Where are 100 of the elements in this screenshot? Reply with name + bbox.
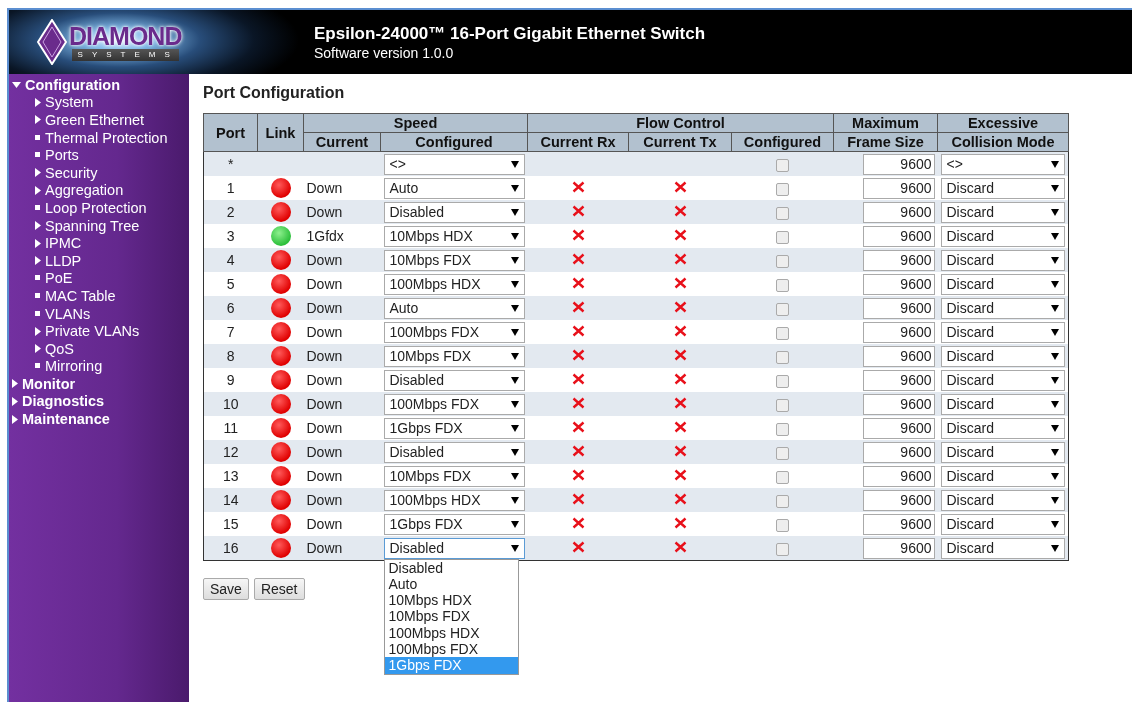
speed-select[interactable]: Disabled [383,441,525,463]
flow-control-checkbox[interactable] [776,398,789,412]
caret-icon [510,256,519,264]
frame-size-field[interactable]: 9600 [862,441,935,463]
speed-select[interactable]: 100Mbps FDX [383,321,525,343]
nav-link[interactable]: Diagnostics [22,393,105,410]
frame-size-field[interactable]: 9600 [862,417,935,439]
collision-mode-select[interactable]: Discard [940,297,1065,319]
speed-select[interactable]: <> [383,153,525,175]
frame-size-field[interactable]: 9600 [862,249,935,271]
collision-mode-select[interactable]: Discard [940,441,1065,463]
collision-mode-select[interactable]: Discard [940,177,1065,199]
nav-link[interactable]: Maintenance [22,411,110,428]
nav-link[interactable]: Aggregation [45,182,124,199]
flow-control-checkbox[interactable] [776,254,789,268]
nav-link[interactable]: Spanning Tree [45,217,140,234]
nav-link[interactable]: Loop Protection [45,199,147,216]
nav-link[interactable]: Private VLANs [45,323,140,340]
speed-select[interactable]: Disabled [383,201,525,223]
frame-size-field[interactable]: 9600 [862,153,935,175]
flow-control-checkbox[interactable] [776,446,789,460]
collision-mode-select[interactable]: Discard [940,489,1065,511]
collision-mode-select[interactable]: Discard [940,513,1065,535]
frame-size-field[interactable]: 9600 [862,225,935,247]
flow-control-checkbox[interactable] [776,470,789,484]
speed-select[interactable]: 10Mbps HDX [383,225,525,247]
nav-link[interactable]: QoS [45,340,74,357]
frame-size-field[interactable]: 9600 [862,273,935,295]
nav-link[interactable]: Security [45,164,98,181]
speed-select[interactable]: 1Gbps FDX [383,417,525,439]
frame-size-field[interactable]: 9600 [862,393,935,415]
speed-select[interactable]: 10Mbps FDX [383,249,525,271]
dropdown-option[interactable]: 10Mbps FDX [384,608,518,625]
flow-control-checkbox[interactable] [776,326,789,340]
speed-select[interactable]: Auto [383,177,525,199]
nav-link[interactable]: Ports [45,147,79,164]
nav-link[interactable]: VLANs [45,305,91,322]
flow-control-checkbox[interactable] [776,350,789,364]
flow-control-checkbox[interactable] [776,494,789,508]
nav-link[interactable]: IPMC [45,235,82,252]
frame-size-field[interactable]: 9600 [862,465,935,487]
flow-control-checkbox[interactable] [776,206,789,220]
action-button[interactable]: Reset [253,578,305,600]
flow-control-checkbox[interactable] [776,230,789,244]
nav-link[interactable]: Configuration [25,76,121,93]
dropdown-option[interactable]: Disabled [384,559,518,576]
collision-mode-select[interactable]: Discard [940,201,1065,223]
speed-select[interactable]: 10Mbps FDX [383,465,525,487]
dropdown-option[interactable]: Auto [384,575,518,593]
collision-mode-select[interactable]: <> [940,153,1065,175]
frame-size-field[interactable]: 9600 [862,177,935,199]
caret-icon [510,424,519,432]
flow-control-checkbox[interactable] [776,422,789,436]
frame-size-field[interactable]: 9600 [862,201,935,223]
dropdown-option[interactable]: 10Mbps HDX [384,592,518,609]
nav-link[interactable]: Monitor [22,375,76,392]
nav-link[interactable]: LLDP [45,252,82,269]
flow-control-checkbox[interactable] [776,158,789,172]
frame-size-field[interactable]: 9600 [862,297,935,319]
collision-mode-select[interactable]: Discard [940,465,1065,487]
speed-select[interactable]: Disabled [383,369,525,391]
frame-size-field[interactable]: 9600 [862,537,935,559]
collision-mode-select[interactable]: Discard [940,249,1065,271]
collision-mode-select[interactable]: Discard [940,417,1065,439]
speed-select[interactable]: Auto [383,297,525,319]
collision-mode-select[interactable]: Discard [940,225,1065,247]
collision-mode-select[interactable]: Discard [940,345,1065,367]
speed-select[interactable]: 100Mbps HDX [383,489,525,511]
nav-link[interactable]: System [45,94,94,111]
flow-control-checkbox[interactable] [776,518,789,532]
nav-link[interactable]: Green Ethernet [45,112,145,128]
frame-size-field[interactable]: 9600 [862,369,935,391]
frame-size-field[interactable]: 9600 [862,513,935,535]
nav-link[interactable]: Mirroring [45,358,103,375]
dropdown-option[interactable]: 100Mbps FDX [384,641,518,658]
collision-mode-select[interactable]: Discard [940,537,1065,559]
nav-link[interactable]: Thermal Protection [45,129,168,146]
action-button[interactable]: Save [203,578,249,600]
collision-mode-select[interactable]: Discard [940,393,1065,415]
caret-icon [1051,544,1059,552]
flow-control-checkbox[interactable] [776,182,789,196]
dropdown-option[interactable]: 100Mbps HDX [384,624,518,641]
collision-mode-select[interactable]: Discard [940,369,1065,391]
flow-control-checkbox[interactable] [776,302,789,316]
collision-mode-select[interactable]: Discard [940,321,1065,343]
speed-select[interactable]: 10Mbps FDX [383,345,525,367]
flow-control-checkbox[interactable] [776,542,789,556]
frame-size-field[interactable]: 9600 [862,489,935,511]
frame-size-field[interactable]: 9600 [862,321,935,343]
nav-link[interactable]: PoE [45,270,73,287]
collision-mode-select[interactable]: Discard [940,273,1065,295]
speed-select[interactable]: 1Gbps FDX [383,513,525,535]
speed-select[interactable]: 100Mbps HDX [383,273,525,295]
flow-control-checkbox[interactable] [776,278,789,292]
speed-select[interactable]: 100Mbps FDX [383,393,525,415]
nav-link[interactable]: MAC Table [45,287,116,304]
speed-current-cell: Down [306,348,343,364]
flow-control-checkbox[interactable] [776,374,789,388]
frame-size-field[interactable]: 9600 [862,345,935,367]
caret-icon [1051,304,1059,312]
